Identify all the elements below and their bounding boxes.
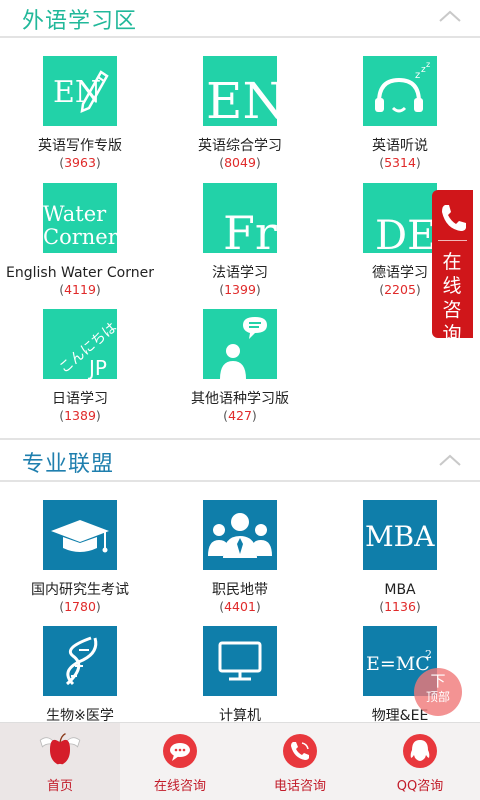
item-name: 国内研究生考试 — [31, 582, 129, 598]
item-count: (1389) — [59, 408, 101, 423]
item-name: English Water Corner — [6, 265, 154, 281]
item-name: 职民地带 — [212, 582, 268, 598]
item-count: (4119) — [59, 282, 101, 297]
en-pencil-icon: EN — [43, 56, 117, 126]
grid-item-japanese[interactable]: こんにちは JP 日语学习 (1389) — [0, 309, 160, 424]
phone-call-icon — [283, 734, 317, 768]
svg-text:z: z — [415, 70, 420, 81]
item-count: (427) — [223, 408, 257, 423]
item-name: 英语听说 — [372, 138, 428, 154]
grid-item-career-zone[interactable]: 职民地带 (4401) — [160, 500, 320, 615]
qq-penguin-icon — [403, 734, 437, 768]
tab-label: 在线咨询 — [153, 779, 206, 794]
item-count: (5314) — [379, 155, 421, 170]
headset-speaker-icon: z z z — [363, 56, 437, 126]
svg-text:MBA: MBA — [365, 520, 435, 553]
grid-item-water-corner[interactable]: Water Corner English Water Corner (4119) — [0, 183, 160, 298]
back-to-top-label: 顶部 — [425, 690, 450, 704]
grid-item-english-listening[interactable]: z z z 英语听说 (5314) — [320, 56, 480, 171]
svg-text:EN: EN — [53, 75, 101, 110]
grid-item-english-general[interactable]: EN 英语综合学习 (8049) — [160, 56, 320, 171]
tab-home[interactable]: 首页 — [0, 723, 120, 800]
svg-text:JP: JP — [87, 356, 107, 379]
svg-text:2: 2 — [425, 648, 432, 661]
item-count: (8049) — [219, 155, 261, 170]
svg-text:DE: DE — [375, 213, 436, 253]
fr-letters-icon: Fr — [203, 183, 277, 253]
item-name: 英语写作专版 — [38, 138, 122, 154]
graduation-cap-icon — [43, 500, 117, 570]
grid-item-graduate-exam[interactable]: 国内研究生考试 (1780) — [0, 500, 160, 615]
item-name: 其他语种学习版 — [191, 391, 289, 407]
de-letters-icon: DE — [363, 183, 437, 253]
section-title: 外语学习区 — [22, 9, 138, 34]
section-title: 专业联盟 — [22, 452, 115, 477]
jp-kana-icon: こんにちは JP — [43, 309, 117, 379]
arrow-top-icon: 下 — [430, 672, 446, 690]
person-speech-icon — [203, 309, 277, 379]
chevron-up-icon[interactable] — [438, 6, 462, 26]
bottom-tab-bar: 首页 在线咨询 电话咨询 QQ咨询 — [0, 722, 480, 800]
tab-label: 电话咨询 — [273, 779, 326, 794]
monitor-icon — [203, 626, 277, 696]
item-name: 英语综合学习 — [198, 138, 282, 154]
mba-text-icon: MBA — [363, 500, 437, 570]
apple-wings-icon — [39, 733, 81, 765]
chevron-up-icon[interactable] — [438, 450, 462, 470]
grid-item-english-writing[interactable]: EN 英语写作专版 (3963) — [0, 56, 160, 171]
dna-icon — [43, 626, 117, 696]
back-to-top-button[interactable]: 下 顶部 — [414, 668, 462, 716]
business-people-icon — [203, 500, 277, 570]
online-consult-float-button[interactable]: 在线咨询 — [432, 190, 473, 345]
item-count: (1399) — [219, 282, 261, 297]
online-consult-label: 在线咨询 — [442, 251, 462, 345]
divider — [438, 240, 467, 241]
tab-label: QQ咨询 — [396, 779, 444, 794]
phone-icon — [442, 205, 466, 231]
svg-text:z: z — [426, 60, 430, 69]
item-count: (4401) — [219, 599, 261, 614]
grid-item-french[interactable]: Fr 法语学习 (1399) — [160, 183, 320, 298]
tab-qq-consult[interactable]: QQ咨询 — [360, 723, 480, 800]
grid-item-mba[interactable]: MBA MBA (1136) — [320, 500, 480, 615]
svg-text:こんにちは: こんにちは — [56, 320, 117, 377]
water-corner-icon: Water Corner — [43, 183, 117, 253]
item-name: MBA — [384, 582, 416, 598]
tab-online-consult[interactable]: 在线咨询 — [120, 723, 240, 800]
grid-item-computer[interactable]: 计算机 — [160, 626, 320, 725]
grid-item-other-languages[interactable]: 其他语种学习版 (427) — [160, 309, 320, 424]
chat-bubble-icon — [163, 734, 197, 768]
svg-text:Water: Water — [43, 202, 107, 226]
tab-label: 首页 — [46, 779, 73, 794]
item-count: (1136) — [379, 599, 421, 614]
section-header-professional[interactable]: 专业联盟 — [0, 438, 480, 482]
svg-text:Corner: Corner — [43, 225, 117, 249]
en-letters-icon: EN — [203, 56, 277, 126]
svg-text:Fr: Fr — [223, 206, 277, 253]
section-header-language[interactable]: 外语学习区 — [0, 0, 480, 38]
item-count: (3963) — [59, 155, 101, 170]
item-count: (1780) — [59, 599, 101, 614]
tab-phone-consult[interactable]: 电话咨询 — [240, 723, 360, 800]
item-name: 日语学习 — [52, 391, 108, 407]
item-name: 法语学习 — [212, 265, 268, 281]
svg-text:EN: EN — [206, 72, 277, 126]
grid-item-biomedicine[interactable]: 生物※医学 — [0, 626, 160, 725]
